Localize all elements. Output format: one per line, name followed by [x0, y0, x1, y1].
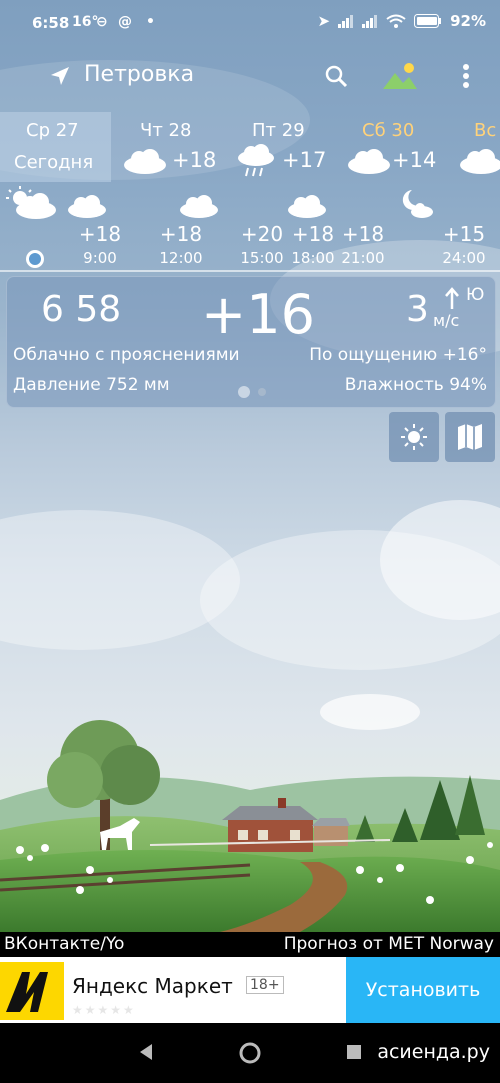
hour-temp: +18 [341, 222, 385, 246]
wallpaper-icon[interactable] [380, 60, 420, 92]
humidity-text: Влажность 94% [344, 375, 487, 395]
map-icon [458, 424, 482, 450]
day-name: Пт 29 [252, 120, 305, 141]
wind-arrow-icon [445, 287, 459, 309]
day-temp: +17 [282, 148, 327, 172]
status-temp: 16° [72, 14, 99, 30]
cloud-icon [460, 149, 500, 174]
day-name: Чт 28 [140, 120, 192, 141]
hour-temp: +18 [78, 222, 122, 246]
age-badge: 18+ [246, 976, 284, 994]
home-icon[interactable] [238, 1041, 262, 1065]
install-button[interactable]: Установить [346, 957, 500, 1023]
location-arrow-icon[interactable] [48, 64, 72, 88]
day-temp: +18 [172, 148, 217, 172]
divider [0, 270, 500, 272]
wind-speed: 3 [406, 289, 429, 330]
day-name: Сб 30 [362, 120, 415, 141]
watermark: асиенда.ру [377, 1041, 490, 1063]
battery-icon [414, 14, 442, 28]
status-right: ➤ 92% [318, 12, 486, 30]
status-time: 6:58 [32, 14, 70, 32]
rain-cloud-icon [238, 144, 274, 177]
current-weather-card[interactable]: 6 58 +16 3 Ю м/с Облачно с прояснениями … [6, 276, 496, 408]
hourly-forecast: +18 9:00 +18 12:00 +20 15:00 +18 18:00 +… [0, 182, 500, 272]
day-sub: Сегодня [14, 152, 94, 173]
ad-banner[interactable]: Яндекс Маркет 18+ ★★★★★ Установить [0, 957, 500, 1023]
vk-link[interactable]: ВКонтакте/Yo [4, 934, 124, 954]
day-name: Ср 27 [26, 120, 79, 141]
hour-label: 12:00 [159, 249, 203, 267]
current-clock: 6 58 [41, 289, 122, 330]
more-menu-icon[interactable] [456, 62, 476, 90]
hour-label: 9:00 [83, 249, 117, 267]
cloud-icon [124, 149, 166, 174]
signal-icon [338, 15, 354, 28]
rating-stars: ★★★★★ [72, 1003, 136, 1017]
hour-temp: +15 [442, 222, 486, 246]
provider-link[interactable]: Прогноз от MET Norway [284, 934, 494, 954]
cloud-icon [348, 149, 390, 174]
weather-background: 6:58 16° ⊖ @ • ➤ 92% Петровка Ср 27 Сего… [0, 0, 500, 932]
day-tab-fri[interactable]: Пт 29 +17 [234, 112, 344, 182]
day-temp: +14 [392, 148, 437, 172]
hour-temp: +18 [159, 222, 203, 246]
hour-label: 24:00 [442, 249, 486, 267]
location-icon: ➤ [317, 12, 331, 30]
sun-icon [401, 424, 427, 450]
day-tab-thu[interactable]: Чт 28 +18 [120, 112, 230, 182]
wifi-icon [386, 14, 406, 28]
signal-icon-2 [362, 15, 378, 28]
sun-moon-button[interactable] [389, 412, 439, 462]
battery-percent: 92% [450, 12, 486, 30]
day-tab-today[interactable]: Ср 27 Сегодня [0, 112, 111, 182]
cloud-icon [180, 195, 218, 218]
cloud-icon [288, 195, 326, 218]
night-cloud-icon [402, 190, 433, 218]
app-bar: Петровка [0, 50, 500, 102]
link-icon: ⊖ [96, 14, 108, 30]
hour-label: 21:00 [341, 249, 385, 267]
partly-sunny-icon [6, 186, 56, 219]
status-bar: 6:58 16° ⊖ @ • ➤ 92% [0, 0, 500, 44]
source-bar: ВКонтакте/Yo Прогноз от MET Norway [0, 932, 500, 957]
dot-icon: • [146, 14, 155, 30]
cloud-icon [68, 195, 106, 218]
pressure-text: Давление 752 мм [13, 375, 170, 395]
current-temp: +16 [201, 283, 315, 346]
at-icon: @ [118, 14, 132, 30]
back-icon[interactable] [138, 1043, 154, 1061]
yandex-market-logo [0, 962, 64, 1020]
city-name[interactable]: Петровка [84, 62, 194, 87]
system-nav-bar: асиенда.ру [0, 1023, 500, 1083]
feels-like-text: По ощущению +16° [309, 345, 487, 365]
condition-text: Облачно с прояснениями [13, 345, 240, 365]
daily-forecast: Ср 27 Сегодня Чт 28 +18 Пт 29 +17 Сб 30 … [0, 112, 500, 182]
day-tab-sat[interactable]: Сб 30 +14 [344, 112, 454, 182]
page-indicator [238, 386, 266, 398]
now-marker-icon [26, 250, 44, 268]
day-name: Вс [474, 120, 497, 141]
wind-direction: Ю [466, 285, 485, 305]
wind-unit: м/с [433, 311, 460, 330]
recents-icon[interactable] [346, 1044, 362, 1060]
map-button[interactable] [445, 412, 495, 462]
day-tab-sun[interactable]: Вс [456, 112, 500, 182]
search-icon[interactable] [322, 62, 350, 90]
ad-title: Яндекс Маркет [72, 974, 233, 998]
